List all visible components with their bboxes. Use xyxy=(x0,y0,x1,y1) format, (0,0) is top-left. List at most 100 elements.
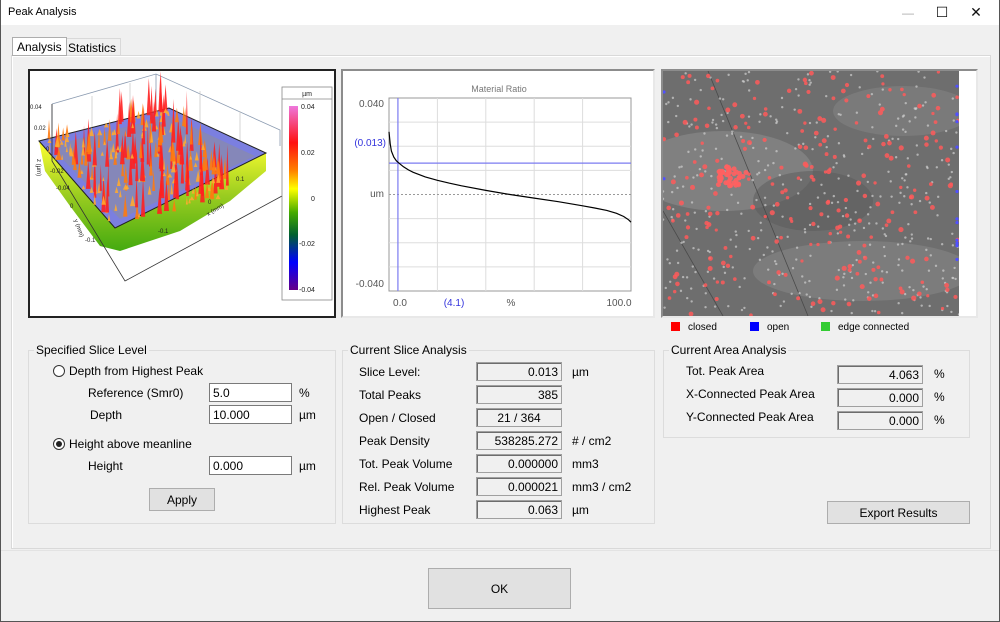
closed-peak-marker xyxy=(804,163,809,168)
export-results-button[interactable]: Export Results xyxy=(827,501,970,524)
legend-label: edge connected xyxy=(838,322,910,333)
closed-peak-marker xyxy=(797,144,803,150)
closed-peak-marker xyxy=(767,280,771,285)
closed-peak-marker xyxy=(871,267,876,272)
closed-peak-marker xyxy=(715,211,720,216)
surface-speck xyxy=(664,286,667,290)
surface-speck xyxy=(791,267,795,270)
open-peak-marker xyxy=(955,244,959,248)
reference-input[interactable] xyxy=(209,383,292,402)
apply-button[interactable]: Apply xyxy=(149,488,215,511)
closed-peak-marker xyxy=(817,299,823,305)
closed-peak-marker xyxy=(949,182,954,187)
close-button[interactable]: ✕ xyxy=(953,0,999,25)
surface-speck xyxy=(795,246,799,249)
closed-peak-marker xyxy=(862,243,867,248)
surface-speck xyxy=(704,305,707,309)
surface-3d-plot[interactable]: 0.04 0.02 0 -0.02 -0.04 0 -0.1 0.1 0 -0.… xyxy=(28,69,336,318)
surface-speck xyxy=(744,72,747,76)
depth-from-highest-peak-radio[interactable] xyxy=(53,365,65,377)
surface-speck xyxy=(926,237,930,240)
closed-peak-marker xyxy=(876,310,881,315)
depth-input[interactable] xyxy=(209,405,292,424)
surface-speck xyxy=(850,276,854,280)
surface-speck xyxy=(823,192,826,195)
closed-peak-marker xyxy=(685,212,690,216)
surface-speck xyxy=(910,237,914,240)
open-peak-marker xyxy=(955,84,959,88)
group-title: Current Slice Analysis xyxy=(350,343,467,357)
surface-speck xyxy=(928,201,931,204)
surface-speck xyxy=(797,94,800,97)
closed-peak-marker xyxy=(883,133,889,139)
surface-speck xyxy=(887,170,890,173)
surface-speck xyxy=(734,230,737,233)
height-above-meanline-radio[interactable] xyxy=(53,438,65,450)
surface-speck xyxy=(908,285,911,289)
closed-peak-marker xyxy=(702,164,708,170)
surface-speck xyxy=(866,213,870,216)
surface-speck xyxy=(769,115,772,118)
tab-statistics[interactable]: Statistics xyxy=(63,38,122,56)
surface-speck xyxy=(927,269,931,272)
surface-speck xyxy=(852,299,855,302)
closed-peak-marker xyxy=(750,235,756,241)
closed-peak-marker xyxy=(732,102,738,108)
surface-speck xyxy=(903,292,907,296)
surface-speck xyxy=(687,150,690,154)
material-ratio-chart[interactable]: Material Ratio 0.040 -0.040 um (0.013) 0… xyxy=(341,69,655,318)
surface-speck xyxy=(712,277,716,280)
closed-peak-marker xyxy=(944,282,950,288)
surface-speck xyxy=(703,132,706,135)
surface-speck xyxy=(786,235,789,239)
closed-peak-marker xyxy=(762,137,767,143)
highest-peak-unit: µm xyxy=(572,503,589,517)
height-input[interactable] xyxy=(209,456,292,475)
surface-speck xyxy=(954,277,957,281)
surface-speck xyxy=(676,186,679,190)
closed-peak-marker xyxy=(873,181,877,185)
rel-peak-volume-unit: mm3 / cm2 xyxy=(572,480,632,494)
slice-level-value: 0.013 xyxy=(476,362,562,381)
surface-speck xyxy=(729,238,732,241)
surface-speck xyxy=(772,204,776,207)
tab-analysis[interactable]: Analysis xyxy=(12,37,67,56)
surface-speck xyxy=(940,159,944,162)
surface-speck xyxy=(757,171,761,174)
closed-peak-marker xyxy=(931,92,937,98)
surface-speck xyxy=(758,258,762,262)
peak-map-image[interactable] xyxy=(633,69,978,318)
y-connected-peak-area-value: 0.000 xyxy=(837,411,923,430)
closed-peak-marker xyxy=(740,173,746,179)
closed-peak-marker xyxy=(743,170,749,176)
surface-speck xyxy=(774,118,778,121)
surface-speck xyxy=(675,249,679,252)
open-closed-value: 21 / 364 xyxy=(476,408,562,427)
surface-speck xyxy=(837,177,840,180)
surface-speck xyxy=(758,120,761,123)
surface-speck xyxy=(757,159,760,163)
surface-speck xyxy=(763,168,767,172)
surface-speck xyxy=(671,208,675,211)
closed-peak-marker xyxy=(726,178,732,184)
surface-peak xyxy=(185,90,188,135)
surface-speck xyxy=(862,226,866,230)
surface-speck xyxy=(767,268,770,271)
closed-peak-marker xyxy=(690,184,696,190)
ok-button[interactable]: OK xyxy=(428,568,571,609)
closed-peak-marker xyxy=(672,289,677,294)
closed-peak-marker xyxy=(763,214,767,219)
closed-peak-marker xyxy=(953,294,958,300)
peak-density-value: 538285.272 xyxy=(476,431,562,450)
closed-peak-marker xyxy=(726,169,732,175)
surface-speck xyxy=(837,268,840,272)
surface-speck xyxy=(766,246,769,249)
closed-peak-marker xyxy=(866,94,871,99)
surface-speck xyxy=(689,287,693,290)
surface-speck xyxy=(900,311,904,315)
closed-peak-marker xyxy=(929,205,935,210)
surface-speck xyxy=(710,174,713,178)
surface-speck xyxy=(679,289,683,293)
surface-speck xyxy=(771,250,774,253)
closed-peak-marker xyxy=(803,145,809,150)
